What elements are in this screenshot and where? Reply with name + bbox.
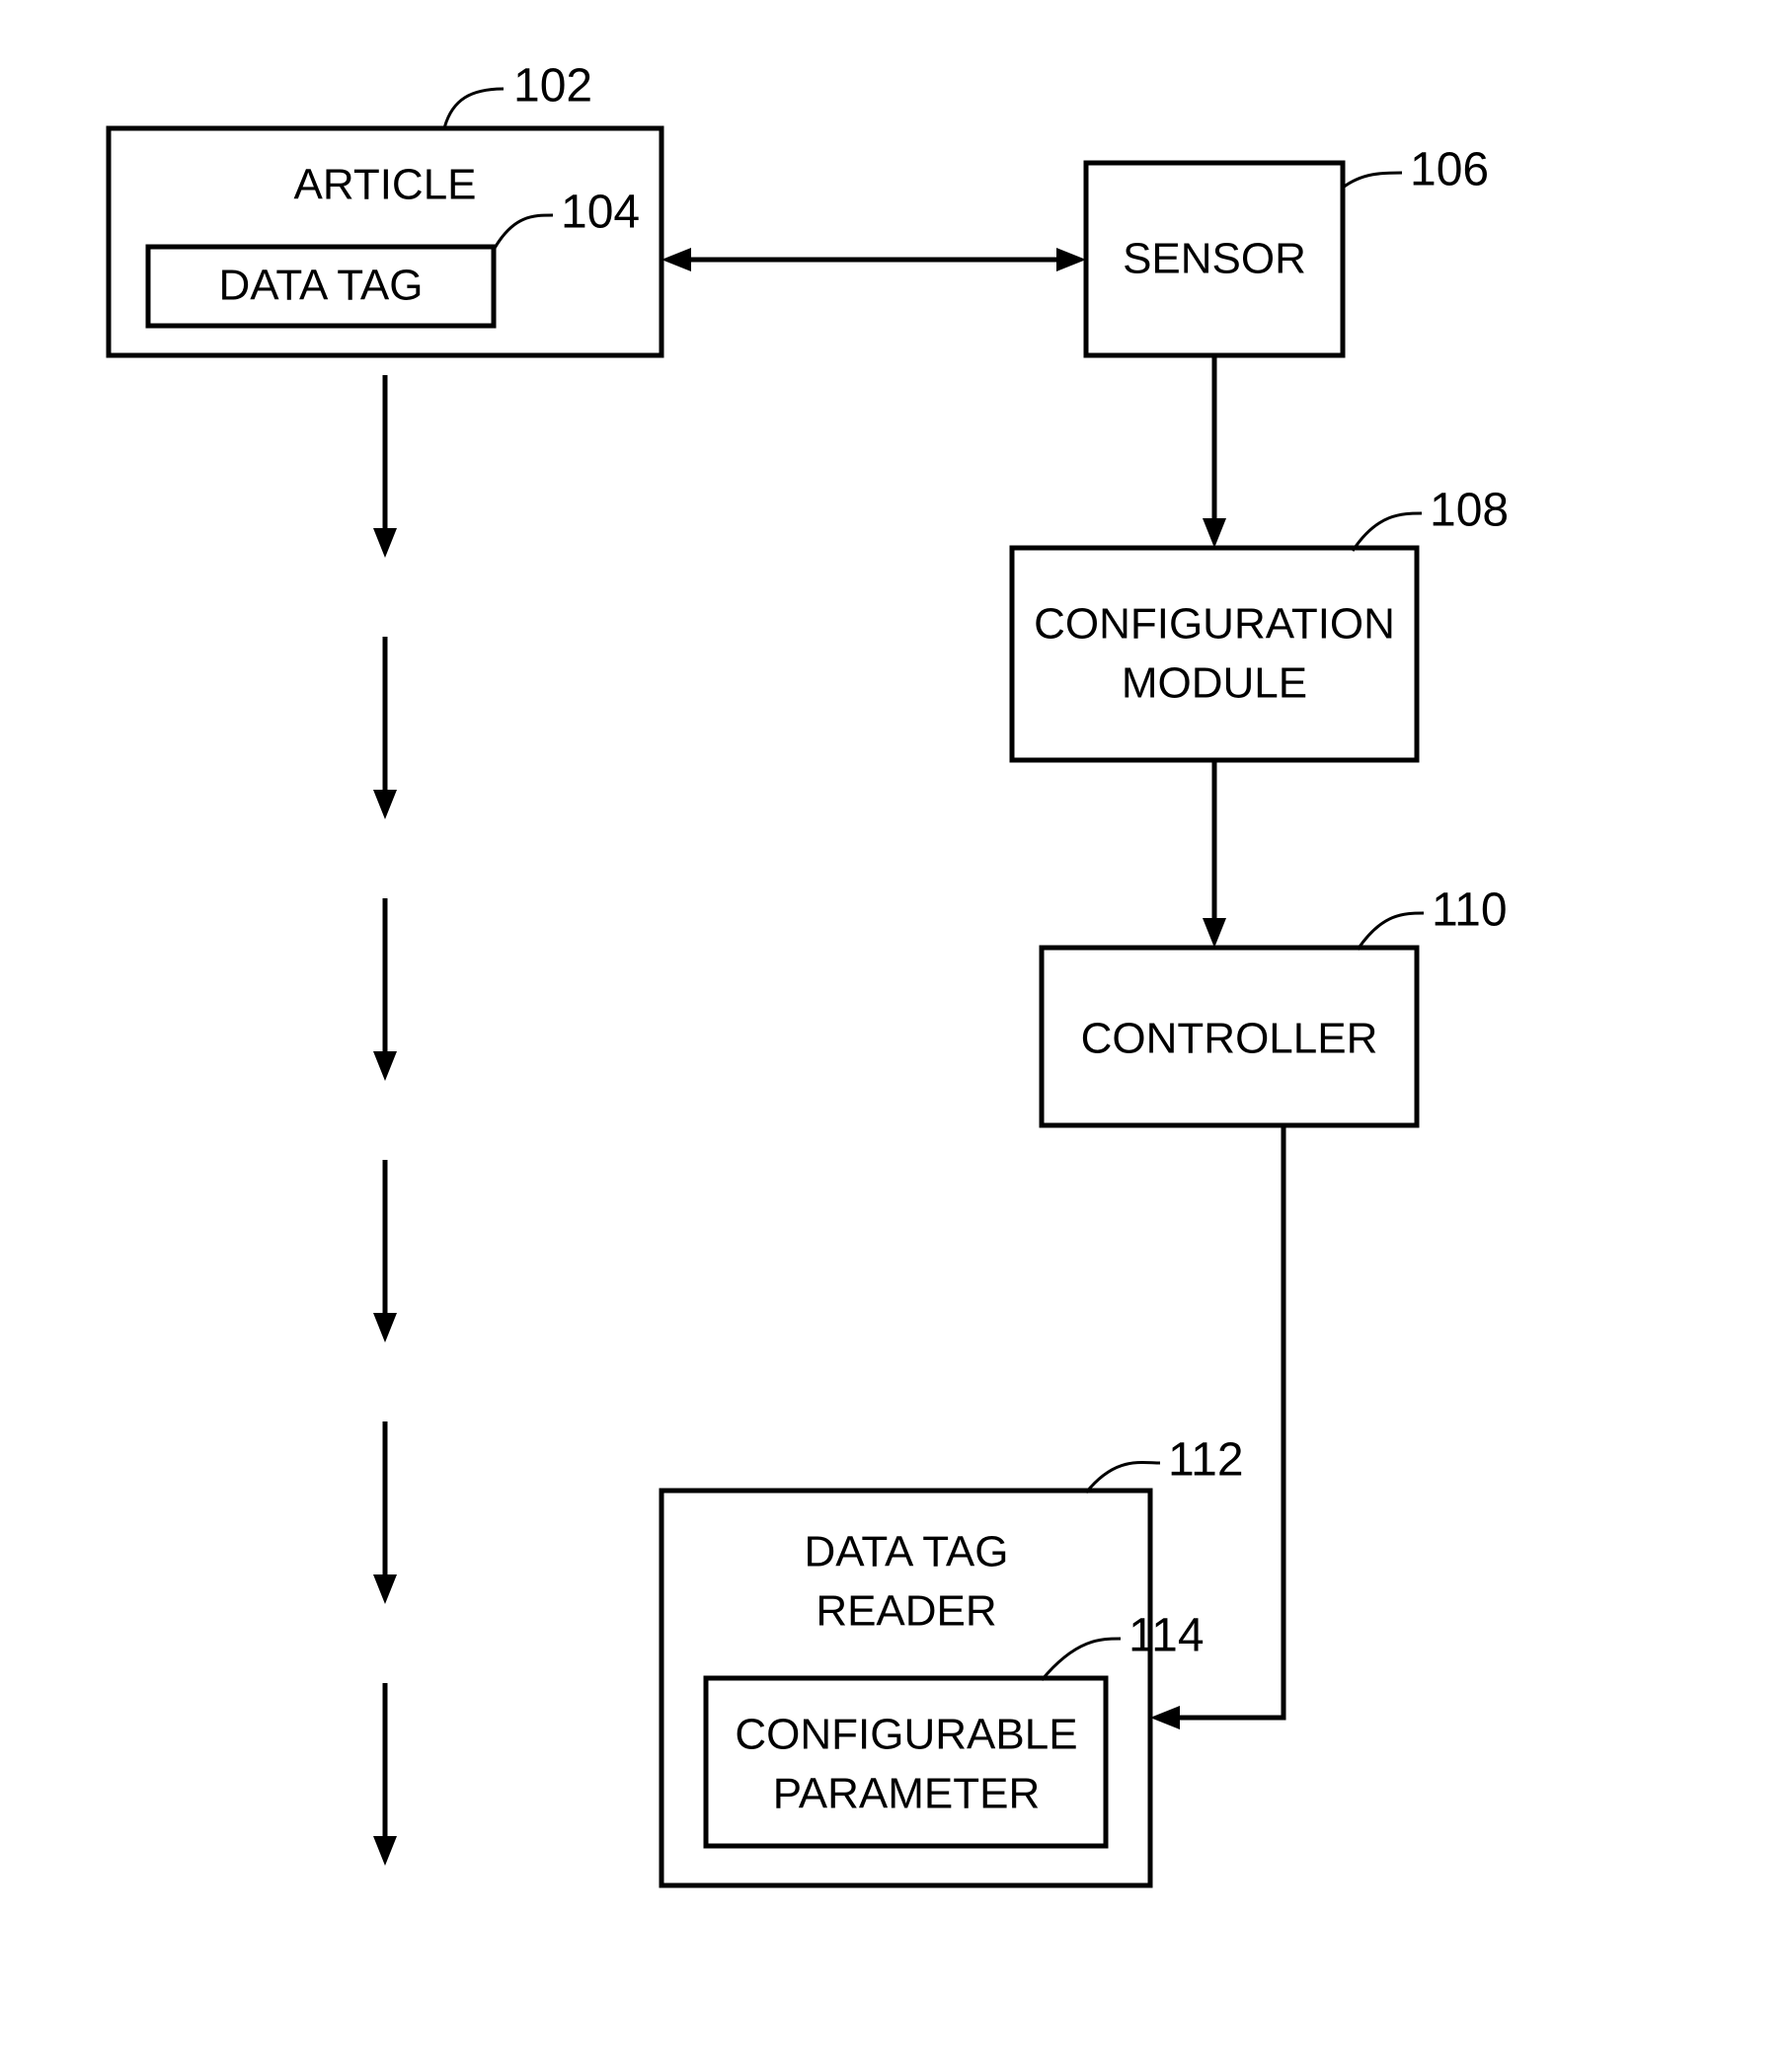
ref-sensor: 106 [1410,144,1489,196]
diagram-canvas: ARTICLE 102 DATA TAG 104 SENSOR 106 CONF… [0,0,1789,2072]
reader-line1: DATA TAG [804,1528,1008,1576]
arrowhead-left2-icon [1150,1706,1180,1729]
config-module-box [1012,548,1417,760]
leader-article [444,89,504,128]
ref-param: 114 [1128,1610,1205,1662]
reader-line2: READER [816,1587,996,1636]
param-box [706,1678,1106,1846]
sensor-title: SENSOR [1123,235,1306,283]
arrowhead-down2-icon [1203,918,1226,948]
param-line2: PARAMETER [773,1770,1041,1818]
config-line1: CONFIGURATION [1034,600,1395,649]
arrowhead-right-icon [1056,248,1086,271]
leader-config [1353,513,1422,551]
param-line1: CONFIGURABLE [735,1711,1077,1759]
ref-reader: 112 [1168,1434,1244,1487]
article-title: ARTICLE [293,161,476,209]
leader-controller [1358,913,1424,950]
leader-reader [1086,1462,1160,1493]
data-tag-title: DATA TAG [218,262,423,310]
ref-article: 102 [513,60,592,113]
arrowhead-left-icon [661,248,691,271]
arrowhead-down-icon [1203,518,1226,548]
controller-title: CONTROLLER [1081,1015,1378,1063]
config-line2: MODULE [1122,659,1307,708]
article-flow-arrows [373,375,397,1866]
ref-controller: 110 [1432,884,1508,937]
ref-datatag: 104 [561,187,640,239]
leader-sensor [1343,173,1402,188]
ref-config: 108 [1430,485,1509,537]
